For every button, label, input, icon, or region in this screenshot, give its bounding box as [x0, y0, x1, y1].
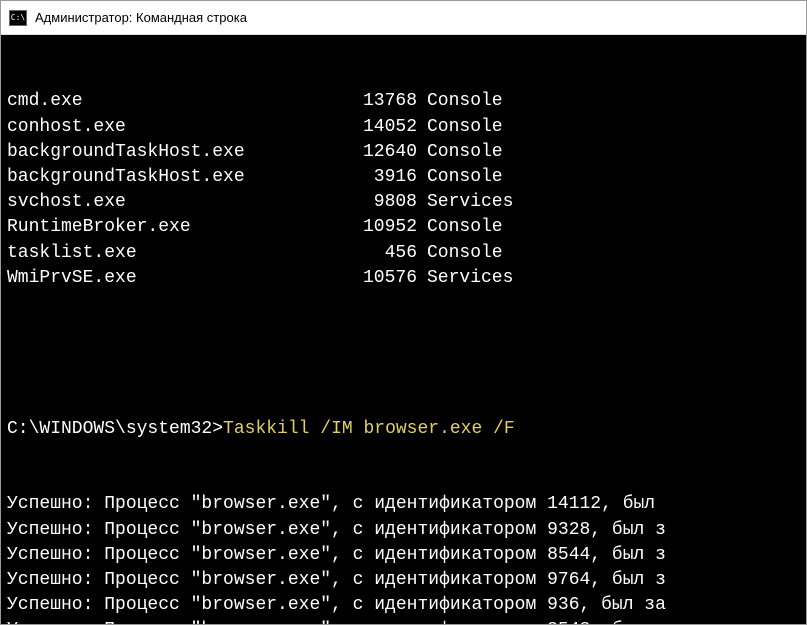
- process-pid: 12640: [347, 140, 417, 165]
- process-session: Console: [417, 115, 503, 140]
- process-name: svchost.exe: [7, 190, 347, 215]
- process-row: RuntimeBroker.exe10952Console: [7, 215, 800, 240]
- process-session: Console: [417, 215, 503, 240]
- process-name: conhost.exe: [7, 115, 347, 140]
- process-pid: 13768: [347, 89, 417, 114]
- output-line: Успешно: Процесс "browser.exe", с иденти…: [7, 568, 800, 593]
- output-line: Успешно: Процесс "browser.exe", с иденти…: [7, 543, 800, 568]
- process-row: backgroundTaskHost.exe3916Console: [7, 165, 800, 190]
- process-pid: 10576: [347, 266, 417, 291]
- cmd-icon: C:\: [9, 10, 27, 26]
- taskkill-output: Успешно: Процесс "browser.exe", с иденти…: [7, 492, 800, 624]
- output-line: Успешно: Процесс "browser.exe", с иденти…: [7, 618, 800, 624]
- command-prompt-window: C:\ Администратор: Командная строка cmd.…: [0, 0, 807, 625]
- process-name: backgroundTaskHost.exe: [7, 140, 347, 165]
- output-line: Успешно: Процесс "browser.exe", с иденти…: [7, 593, 800, 618]
- process-row: WmiPrvSE.exe10576Services: [7, 266, 800, 291]
- process-row: backgroundTaskHost.exe12640Console: [7, 140, 800, 165]
- process-name: tasklist.exe: [7, 241, 347, 266]
- prompt-path: C:\WINDOWS\system32>: [7, 417, 223, 442]
- process-session: Console: [417, 241, 503, 266]
- process-name: RuntimeBroker.exe: [7, 215, 347, 240]
- command-line-1: C:\WINDOWS\system32>Taskkill /IM browser…: [7, 417, 800, 442]
- terminal-area[interactable]: cmd.exe13768Consoleconhost.exe14052Conso…: [1, 35, 806, 624]
- process-session: Services: [417, 190, 513, 215]
- process-row: cmd.exe13768Console: [7, 89, 800, 114]
- process-name: WmiPrvSE.exe: [7, 266, 347, 291]
- process-pid: 3916: [347, 165, 417, 190]
- process-pid: 14052: [347, 115, 417, 140]
- process-name: cmd.exe: [7, 89, 347, 114]
- process-session: Console: [417, 165, 503, 190]
- process-session: Console: [417, 89, 503, 114]
- window-title: Администратор: Командная строка: [35, 10, 247, 25]
- process-row: svchost.exe9808Services: [7, 190, 800, 215]
- process-session: Console: [417, 140, 503, 165]
- output-line: Успешно: Процесс "browser.exe", с иденти…: [7, 492, 800, 517]
- process-pid: 10952: [347, 215, 417, 240]
- typed-command: Taskkill /IM browser.exe /F: [223, 417, 515, 442]
- process-pid: 456: [347, 241, 417, 266]
- blank-line: [7, 341, 800, 366]
- process-row: tasklist.exe456Console: [7, 241, 800, 266]
- output-line: Успешно: Процесс "browser.exe", с иденти…: [7, 518, 800, 543]
- process-session: Services: [417, 266, 513, 291]
- process-pid: 9808: [347, 190, 417, 215]
- process-name: backgroundTaskHost.exe: [7, 165, 347, 190]
- process-row: conhost.exe14052Console: [7, 115, 800, 140]
- process-list: cmd.exe13768Consoleconhost.exe14052Conso…: [7, 89, 800, 291]
- window-titlebar[interactable]: C:\ Администратор: Командная строка: [1, 1, 806, 35]
